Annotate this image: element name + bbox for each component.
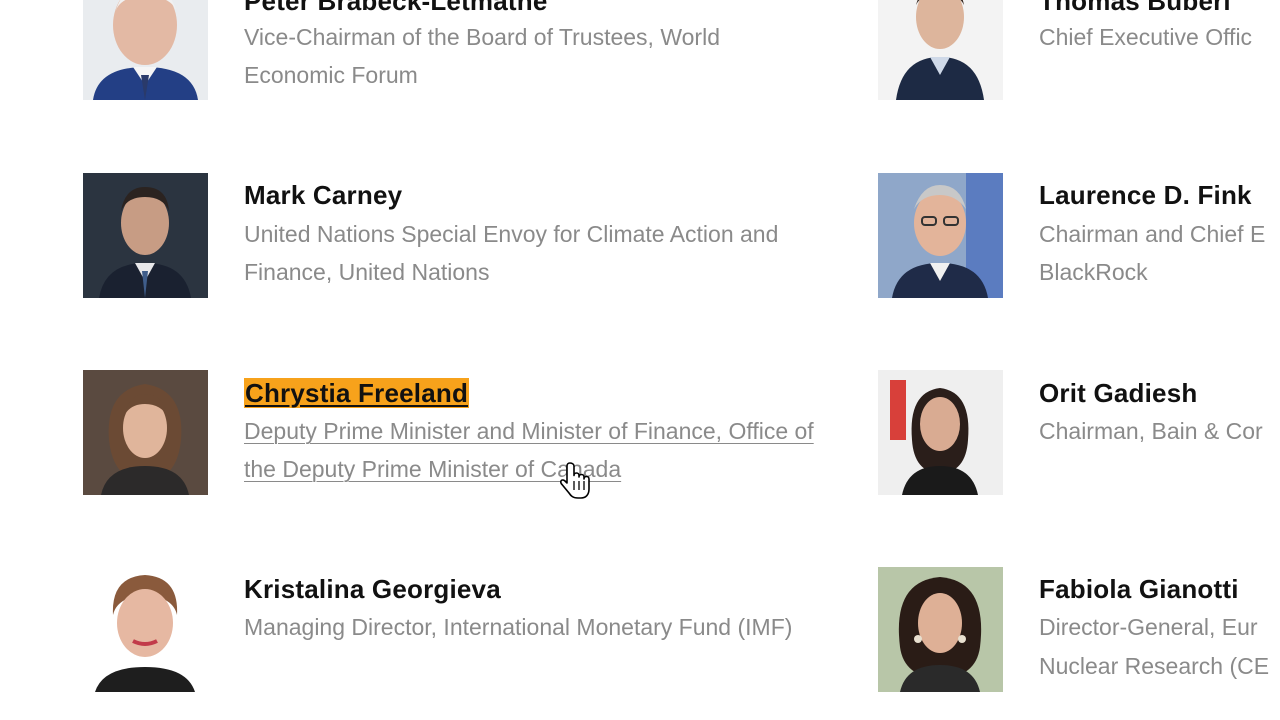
portrait-image [83, 0, 208, 100]
person-name[interactable]: Orit Gadiesh [1039, 378, 1197, 408]
people-directory: Peter Brabeck-Letmathe Vice-Chairman of … [0, 0, 1280, 720]
portrait-image [878, 370, 1003, 495]
person-name[interactable]: Thomas Buberl [1039, 0, 1231, 16]
person-name[interactable]: Peter Brabeck-Letmathe [244, 0, 548, 16]
person-role[interactable]: Chief Executive Offic [1039, 18, 1280, 56]
person-photo[interactable] [83, 567, 208, 692]
person-role-line-2[interactable]: BlackRock [1039, 253, 1280, 291]
person-role-link[interactable]: Deputy Prime Minister and Minister of Fi… [244, 412, 814, 488]
person-photo[interactable] [83, 173, 208, 298]
person-name[interactable]: Kristalina Georgieva [244, 574, 501, 604]
portrait-image [878, 173, 1003, 298]
person-role[interactable]: United Nations Special Envoy for Climate… [244, 215, 814, 291]
person-photo[interactable] [878, 370, 1003, 495]
person-name[interactable]: Laurence D. Fink [1039, 180, 1252, 210]
portrait-image [83, 370, 208, 495]
search-highlight[interactable]: Chrystia Freeland [244, 378, 470, 408]
person-name[interactable]: Fabiola Gianotti [1039, 574, 1239, 604]
person-photo[interactable] [878, 173, 1003, 298]
person-photo[interactable] [878, 567, 1003, 692]
person-photo[interactable] [878, 0, 1003, 100]
person-photo[interactable] [83, 370, 208, 495]
person-photo[interactable] [83, 0, 208, 100]
portrait-image [878, 0, 1003, 100]
portrait-image [83, 173, 208, 298]
portrait-image [83, 567, 208, 692]
person-role[interactable]: Managing Director, International Monetar… [244, 608, 814, 646]
person-role[interactable]: Chairman, Bain & Cor [1039, 412, 1280, 450]
person-role-line-2[interactable]: Nuclear Research (CE [1039, 647, 1280, 685]
person-role-line-1[interactable]: Chairman and Chief E [1039, 215, 1280, 253]
person-role-line-1[interactable]: Director-General, Eur [1039, 608, 1280, 646]
person-name[interactable]: Mark Carney [244, 180, 402, 210]
person-name-highlighted[interactable]: Chrystia Freeland [244, 378, 470, 408]
person-role[interactable]: Vice-Chairman of the Board of Trustees, … [244, 18, 814, 94]
portrait-image [878, 567, 1003, 692]
